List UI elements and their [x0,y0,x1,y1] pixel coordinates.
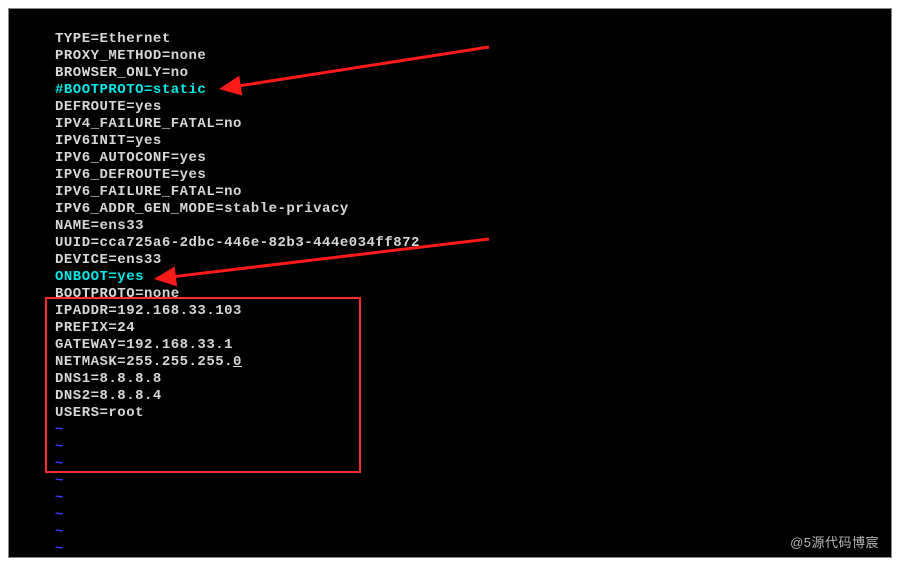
terminal-output: TYPE=EthernetPROXY_METHOD=noneBROWSER_ON… [9,9,891,557]
terminal-line: IPV6_AUTOCONF=yes [55,150,891,167]
terminal-line: ~ [55,422,891,439]
terminal-line: BROWSER_ONLY=no [55,65,891,82]
terminal-line: IPV6_DEFROUTE=yes [55,167,891,184]
terminal-line: ~ [55,541,891,558]
terminal-line: NETMASK=255.255.255.0 [55,354,891,371]
watermark-text: @5源代码博宸 [790,532,879,551]
terminal-line: BOOTPROTO=none [55,286,891,303]
terminal-line: ~ [55,439,891,456]
terminal-line: ~ [55,490,891,507]
terminal-line: GATEWAY=192.168.33.1 [55,337,891,354]
terminal-line: DNS1=8.8.8.8 [55,371,891,388]
terminal-line: IPV6_ADDR_GEN_MODE=stable-privacy [55,201,891,218]
terminal-line: DEFROUTE=yes [55,99,891,116]
terminal-line: NAME=ens33 [55,218,891,235]
terminal-line: ~ [55,456,891,473]
terminal-line: USERS=root [55,405,891,422]
terminal-line: ~ [55,473,891,490]
terminal-line: IPV6_FAILURE_FATAL=no [55,184,891,201]
terminal-line: ~ [55,524,891,541]
terminal-line: TYPE=Ethernet [55,31,891,48]
terminal-line: #BOOTPROTO=static [55,82,891,99]
terminal-line: IPV4_FAILURE_FATAL=no [55,116,891,133]
terminal-line: UUID=cca725a6-2dbc-446e-82b3-444e034ff87… [55,235,891,252]
terminal-line: DEVICE=ens33 [55,252,891,269]
terminal-line: ~ [55,507,891,524]
terminal-line: IPADDR=192.168.33.103 [55,303,891,320]
terminal-frame: TYPE=EthernetPROXY_METHOD=noneBROWSER_ON… [8,8,892,558]
terminal-line: PREFIX=24 [55,320,891,337]
terminal-line: PROXY_METHOD=none [55,48,891,65]
terminal-line: DNS2=8.8.8.4 [55,388,891,405]
terminal-line: ONBOOT=yes [55,269,891,286]
terminal-line: IPV6INIT=yes [55,133,891,150]
